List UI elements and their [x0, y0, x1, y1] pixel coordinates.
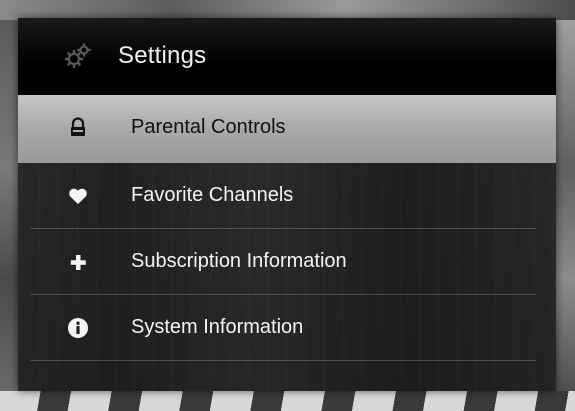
background-crosswalk — [0, 391, 575, 411]
menu-item-parental-controls[interactable]: Parental Controls — [18, 95, 556, 163]
info-icon — [66, 316, 90, 340]
menu-item-label: Favorite Channels — [131, 184, 294, 206]
page-title: Settings — [118, 42, 207, 69]
background-right-strip — [555, 20, 575, 391]
menu-item-label: Subscription Information — [131, 250, 347, 272]
settings-menu: Parental Controls Favorite Channels Subs… — [18, 95, 556, 361]
settings-header: Settings — [18, 18, 556, 95]
menu-item-favorite-channels[interactable]: Favorite Channels — [18, 163, 556, 229]
gears-icon — [62, 40, 94, 72]
heart-icon — [66, 184, 90, 208]
plus-icon — [66, 250, 90, 274]
menu-item-system-information[interactable]: System Information — [18, 295, 556, 361]
background-left-strip — [0, 20, 18, 391]
menu-item-label: Parental Controls — [131, 116, 286, 138]
menu-item-label: System Information — [131, 316, 304, 338]
menu-item-subscription-information[interactable]: Subscription Information — [18, 229, 556, 295]
background-top-strip — [0, 0, 575, 20]
settings-panel: Settings Parental Controls Favorite Chan… — [18, 18, 556, 391]
lock-icon — [66, 116, 90, 140]
menu-divider — [30, 360, 536, 361]
